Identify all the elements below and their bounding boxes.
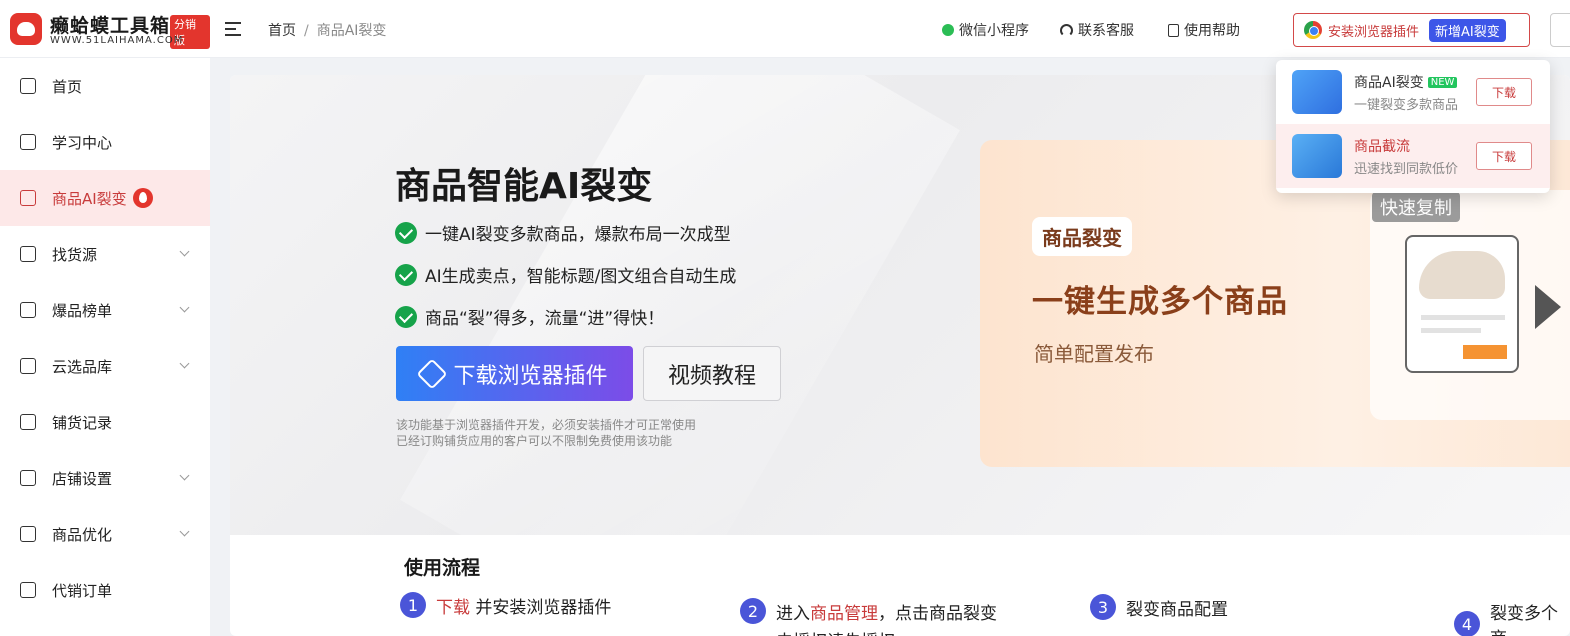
- logo[interactable]: 癞蛤蟆工具箱 分销版 WWW.51LAIHAMA.COM: [10, 9, 210, 49]
- bag-icon: [20, 246, 36, 262]
- sidebar-item-product-optimize[interactable]: 商品优化: [0, 506, 210, 562]
- shoe-image: [1419, 251, 1505, 299]
- chrome-icon: [1304, 21, 1322, 39]
- logo-title: 癞蛤蟆工具箱: [50, 15, 171, 37]
- check-circle-icon: [395, 221, 417, 244]
- process-title: 使用流程: [404, 557, 481, 579]
- check-circle-icon: [395, 263, 417, 286]
- banner-subtitle: 简单配置发布: [1034, 342, 1154, 366]
- chevron-down-icon: [179, 526, 190, 537]
- new-ai-tag: 新增AI裂变: [1429, 18, 1506, 42]
- process-step-1: 1 下载 并安装浏览器插件: [400, 592, 611, 618]
- download-button[interactable]: 下载: [1476, 78, 1532, 106]
- help-link[interactable]: 使用帮助: [1168, 20, 1240, 40]
- wechat-miniprogram-link[interactable]: 微信小程序: [942, 20, 1029, 40]
- sidebar-item-cloud-library[interactable]: 云选品库: [0, 338, 210, 394]
- quick-copy-tag: 快速复制: [1372, 192, 1460, 222]
- check-circle-icon: [395, 305, 417, 328]
- wechat-icon: [942, 24, 954, 36]
- process-step-2: 2 进入商品管理，点击商品裂变: [740, 598, 997, 624]
- home-icon: [20, 78, 36, 94]
- chevron-down-icon: [179, 358, 190, 369]
- feature-item: AI生成卖点，智能标题/图文组合自动生成: [395, 262, 736, 287]
- note-line: 已经订购铺货应用的客户可以不限制免费使用该功能: [396, 434, 673, 448]
- toad-logo-icon: [10, 13, 42, 45]
- menu-collapse-icon[interactable]: [225, 20, 245, 38]
- bar-chart-icon: [20, 302, 36, 318]
- sidebar-item-store-settings[interactable]: 店铺设置: [0, 450, 210, 506]
- chevron-down-icon: [179, 470, 190, 481]
- feature-item: 一键AI裂变多款商品，爆款布局一次成型: [395, 220, 731, 245]
- customer-service-link[interactable]: 联系客服: [1060, 20, 1134, 40]
- user-menu-button[interactable]: [1550, 13, 1570, 47]
- cloud-icon: [20, 358, 36, 374]
- process-step-2-cont: 去授权请先授权: [776, 627, 895, 636]
- dropdown-item-ai-fission[interactable]: 商品AI裂变 NEW 一键裂变多款商品 下载: [1276, 60, 1550, 124]
- magic-wand-icon: [20, 190, 36, 206]
- video-tutorial-button[interactable]: 视频教程: [643, 346, 781, 401]
- dropdown-item-intercept[interactable]: 商品截流 迅速找到同款低价 下载: [1276, 124, 1550, 188]
- sidebar-item-learning[interactable]: 学习中心: [0, 114, 210, 170]
- install-extension-button[interactable]: 安装浏览器插件 新增AI裂变: [1293, 13, 1530, 47]
- download-link[interactable]: 下载: [436, 598, 470, 618]
- extension-dropdown: 商品AI裂变 NEW 一键裂变多款商品 下载 商品截流 迅速找到同款低价 下载: [1276, 60, 1550, 193]
- shopping-bags-icon: [1292, 70, 1342, 114]
- chevron-down-icon: [179, 302, 190, 313]
- banner-title: 一键生成多个商品: [1032, 284, 1288, 320]
- price-search-icon: [1292, 134, 1342, 178]
- process-step-4: 4 裂变多个商: [1454, 599, 1570, 636]
- arrow-right-icon: [1535, 285, 1561, 329]
- logo-subtitle: WWW.51LAIHAMA.COM: [50, 35, 184, 46]
- sidebar-item-ai-fission[interactable]: 商品AI裂变: [0, 170, 210, 226]
- sidebar-item-consign-orders[interactable]: 代销订单: [0, 562, 210, 618]
- sidebar-item-listing-records[interactable]: 铺货记录: [0, 394, 210, 450]
- process-step-3: 3 裂变商品配置: [1090, 594, 1228, 620]
- edit-document-icon: [20, 414, 36, 430]
- breadcrumb-home[interactable]: 首页: [268, 23, 296, 39]
- note-line: 该功能基于浏览器插件开发，必须安装插件才可正常使用: [396, 418, 697, 432]
- sidebar-item-find-source[interactable]: 找货源: [0, 226, 210, 282]
- order-icon: [20, 582, 36, 598]
- sidebar-item-home[interactable]: 首页: [0, 58, 210, 114]
- book-icon: [20, 134, 36, 150]
- breadcrumb-current: 商品AI裂变: [316, 23, 387, 39]
- shopping-bag-check-icon: [20, 526, 36, 542]
- document-icon: [1168, 23, 1179, 37]
- store-settings-icon: [20, 470, 36, 486]
- fire-icon: [132, 188, 153, 208]
- download-button[interactable]: 下载: [1476, 142, 1532, 170]
- feature-item: 商品“裂”得多，流量“进”得快！: [395, 304, 664, 329]
- chevron-down-icon: [179, 246, 190, 257]
- hero-title: 商品智能AI裂变: [395, 166, 653, 207]
- sidebar-item-hot-list[interactable]: 爆品榜单: [0, 282, 210, 338]
- product-card-illustration: [1405, 235, 1519, 373]
- breadcrumb: 首页 / 商品AI裂变: [268, 23, 387, 39]
- top-header: 癞蛤蟆工具箱 分销版 WWW.51LAIHAMA.COM 首页 / 商品AI裂变 微…: [0, 0, 1570, 58]
- new-badge: NEW: [1427, 76, 1458, 88]
- download-extension-button[interactable]: 下载浏览器插件: [396, 346, 633, 401]
- sidebar: 首页 学习中心 商品AI裂变 找货源 爆品榜单 云选品库 铺货记录 店铺设置 商…: [0, 58, 210, 636]
- magic-wand-icon: [416, 357, 449, 390]
- banner-tag: 商品裂变: [1032, 217, 1132, 256]
- product-manage-link[interactable]: 商品管理: [810, 604, 878, 624]
- headset-icon: [1060, 23, 1073, 37]
